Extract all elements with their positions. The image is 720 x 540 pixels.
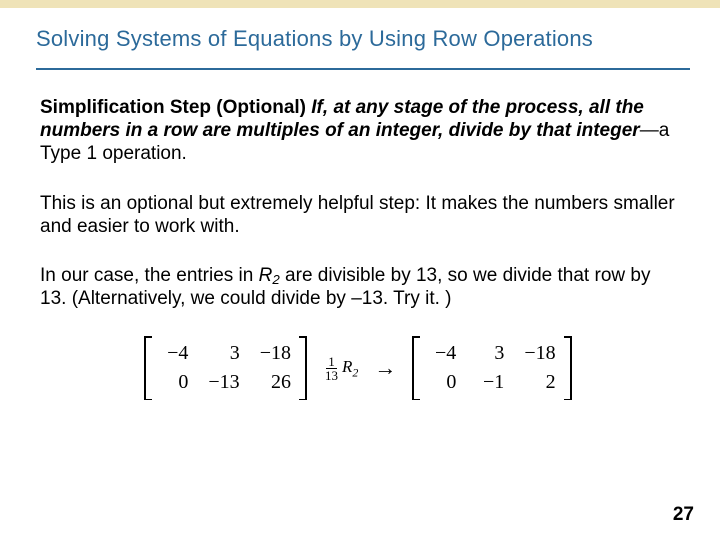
- m-before-r1c3: −18: [260, 342, 291, 365]
- title-underline: [36, 68, 690, 70]
- m-after-r2c3: 2: [524, 371, 555, 394]
- m-after-r1c1: −4: [428, 342, 456, 365]
- page-number: 27: [673, 504, 694, 526]
- para3-r2: R2: [259, 265, 280, 286]
- op-row: R2: [342, 357, 358, 376]
- matrix-before: −4 3 −18 0 −13 26: [144, 336, 307, 400]
- bracket-right-icon: [562, 336, 572, 400]
- slide-body: Simplification Step (Optional) If, at an…: [0, 70, 720, 400]
- m-after-r1c3: −18: [524, 342, 555, 365]
- row-operation-label: 1 13 R2: [321, 355, 358, 382]
- m-before-r1c2: 3: [208, 342, 239, 365]
- bracket-left-icon: [412, 336, 422, 400]
- m-before-r2c3: 26: [260, 371, 291, 394]
- slide-title: Solving Systems of Equations by Using Ro…: [36, 26, 720, 52]
- m-after-r2c1: 0: [428, 371, 456, 394]
- slide: Solving Systems of Equations by Using Ro…: [0, 0, 720, 540]
- m-before-r1c1: −4: [160, 342, 188, 365]
- frac-den: 13: [323, 369, 340, 382]
- para3-part-a: In our case, the entries in: [40, 265, 259, 286]
- m-after-r1c2: 3: [476, 342, 504, 365]
- arrow-right-icon: →: [372, 355, 398, 381]
- bracket-left-icon: [144, 336, 154, 400]
- frac-num: 1: [326, 355, 337, 369]
- matrix-before-grid: −4 3 −18 0 −13 26: [154, 336, 297, 400]
- title-band: Solving Systems of Equations by Using Ro…: [0, 0, 720, 70]
- bracket-right-icon: [297, 336, 307, 400]
- m-before-r2c2: −13: [208, 371, 239, 394]
- matrix-after: −4 3 −18 0 −1 2: [412, 336, 571, 400]
- matrix-equation: −4 3 −18 0 −13 26 1 13 R2 → −4: [40, 336, 676, 400]
- paragraph-3: In our case, the entries in R2 are divis…: [40, 264, 676, 310]
- paragraph-1: Simplification Step (Optional) If, at an…: [40, 96, 676, 166]
- para1-lead: Simplification Step (Optional): [40, 97, 311, 118]
- matrix-after-grid: −4 3 −18 0 −1 2: [422, 336, 561, 400]
- m-after-r2c2: −1: [476, 371, 504, 394]
- fraction-one-thirteenth: 1 13: [323, 355, 340, 382]
- m-before-r2c1: 0: [160, 371, 188, 394]
- paragraph-2: This is an optional but extremely helpfu…: [40, 192, 676, 238]
